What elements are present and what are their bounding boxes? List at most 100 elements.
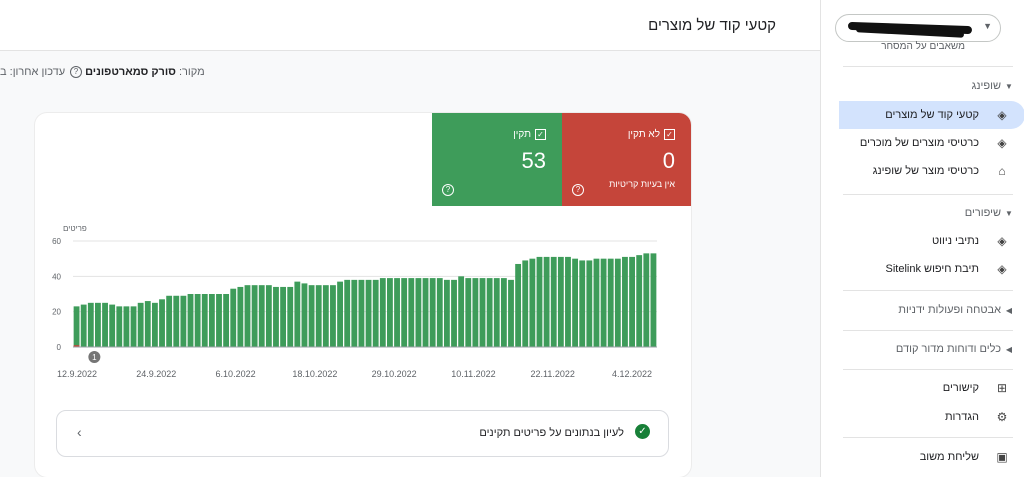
valid-bar[interactable] — [458, 276, 465, 347]
valid-bar[interactable] — [109, 304, 116, 347]
valid-bar[interactable] — [408, 278, 415, 347]
valid-bar[interactable] — [493, 278, 500, 347]
valid-bar[interactable] — [557, 256, 564, 347]
valid-bar[interactable] — [622, 256, 628, 347]
sidebar-item-feedback[interactable]: ▣ שליחת משוב — [835, 443, 1024, 471]
valid-bar[interactable] — [508, 279, 514, 347]
valid-bar[interactable] — [629, 256, 635, 347]
valid-bar[interactable] — [95, 302, 101, 347]
valid-bar[interactable] — [187, 294, 194, 347]
valid-bar[interactable] — [650, 253, 657, 347]
valid-bar[interactable] — [365, 279, 372, 347]
valid-bar[interactable] — [486, 278, 493, 347]
valid-bar[interactable] — [294, 281, 301, 347]
section-legacy[interactable]: ◀ כלים ודוחות מדור קודם — [835, 343, 1024, 355]
valid-bar[interactable] — [565, 256, 571, 347]
valid-bar[interactable] — [315, 285, 322, 347]
valid-bar[interactable] — [351, 279, 358, 347]
valid-bar[interactable] — [394, 278, 400, 347]
valid-bar[interactable] — [636, 255, 643, 347]
valid-bar[interactable] — [593, 258, 600, 347]
valid-bar[interactable] — [465, 278, 472, 347]
valid-bar[interactable] — [322, 285, 329, 347]
valid-bar[interactable] — [216, 294, 222, 347]
valid-bar[interactable] — [173, 295, 180, 347]
sidebar-item-breadcrumbs[interactable]: ◈ נתיבי ניווט — [835, 227, 1024, 255]
sidebar-item-links[interactable]: ⊞ קישורים — [835, 374, 1024, 402]
valid-bar[interactable] — [579, 260, 586, 347]
valid-bar[interactable] — [201, 294, 208, 347]
valid-bar[interactable] — [151, 302, 158, 347]
valid-bar[interactable] — [472, 278, 479, 347]
valid-bar[interactable] — [436, 278, 443, 347]
sidebar-item-merchant-listings[interactable]: ◈ כרטיסי מוצרים של מוכרים — [835, 129, 1024, 157]
sidebar-item-shopping-tab[interactable]: ⌂ כרטיסי מוצר של שופינג — [835, 157, 1024, 185]
valid-bar[interactable] — [130, 306, 137, 347]
valid-bar[interactable] — [230, 288, 237, 347]
valid-bar[interactable] — [265, 285, 272, 347]
valid-bar[interactable] — [479, 278, 486, 347]
valid-bar[interactable] — [600, 258, 607, 347]
valid-bar[interactable] — [301, 283, 308, 347]
help-icon[interactable]: ? — [442, 184, 454, 196]
valid-bar[interactable] — [379, 278, 386, 347]
valid-tile[interactable]: ✓ תקין 53 ? — [432, 113, 562, 206]
section-security[interactable]: ◀ אבטחה ופעולות ידניות — [835, 304, 1024, 316]
valid-bar[interactable] — [387, 278, 393, 347]
valid-bar[interactable] — [337, 281, 343, 347]
valid-bar[interactable] — [223, 294, 230, 347]
valid-bar[interactable] — [194, 294, 201, 347]
valid-bar[interactable] — [522, 260, 529, 347]
valid-bar[interactable] — [643, 253, 650, 347]
valid-bar[interactable] — [280, 286, 287, 347]
valid-bar[interactable] — [614, 258, 621, 347]
valid-bar[interactable] — [550, 256, 557, 347]
section-shopping[interactable]: ▼ שופינג — [835, 80, 1024, 92]
valid-bar[interactable] — [422, 278, 429, 347]
valid-bar[interactable] — [144, 301, 151, 347]
valid-bar[interactable] — [273, 286, 279, 347]
valid-bar[interactable] — [586, 260, 593, 347]
valid-bar[interactable] — [344, 279, 351, 347]
valid-bar[interactable] — [401, 278, 408, 347]
property-selector[interactable]: ▼ — [835, 14, 1001, 42]
valid-bar[interactable] — [180, 295, 187, 347]
sidebar-item-cut[interactable]: משאבים על המסחר — [881, 41, 965, 49]
sidebar-item-settings[interactable]: ⚙ הגדרות — [835, 403, 1024, 431]
valid-items-link[interactable]: ✓ לעיון בנתונים על פריטים תקינים ‹ — [56, 410, 669, 457]
section-enhancements[interactable]: ▼ שיפורים — [835, 207, 1024, 219]
valid-bar[interactable] — [73, 306, 80, 347]
valid-bar[interactable] — [116, 306, 123, 347]
valid-bar[interactable] — [137, 302, 144, 347]
help-icon[interactable]: ? — [572, 184, 584, 196]
valid-bar[interactable] — [159, 299, 165, 347]
checkbox-icon[interactable]: ✓ — [664, 129, 675, 140]
valid-bar[interactable] — [258, 285, 265, 347]
checkbox-icon[interactable]: ✓ — [535, 129, 546, 140]
valid-bar[interactable] — [500, 278, 507, 347]
valid-bar[interactable] — [166, 295, 173, 347]
valid-bar[interactable] — [208, 294, 215, 347]
help-icon[interactable]: ? — [70, 66, 82, 79]
valid-bar[interactable] — [87, 302, 94, 347]
valid-bar[interactable] — [330, 285, 336, 347]
valid-bar[interactable] — [308, 285, 315, 347]
valid-bar[interactable] — [358, 279, 365, 347]
invalid-tile[interactable]: ✓ לא תקין 0 אין בעיות קריטיות ? — [562, 113, 691, 206]
sidebar-item-product-snippets[interactable]: ◈ קטעי קוד של מוצרים — [839, 101, 1024, 129]
valid-bar[interactable] — [443, 279, 450, 347]
valid-bar[interactable] — [607, 258, 614, 347]
valid-bar[interactable] — [251, 285, 258, 347]
valid-bar[interactable] — [123, 306, 130, 347]
valid-bar[interactable] — [415, 278, 422, 347]
sidebar-item-sitelinks-searchbox[interactable]: ◈ תיבת חיפוש Sitelink — [835, 255, 1024, 283]
valid-bar[interactable] — [572, 258, 579, 347]
valid-bar[interactable] — [515, 263, 522, 347]
valid-bar[interactable] — [237, 286, 244, 347]
valid-bar[interactable] — [451, 279, 457, 347]
valid-bar[interactable] — [372, 279, 379, 347]
valid-bar[interactable] — [102, 302, 108, 347]
valid-bar[interactable] — [536, 256, 543, 347]
valid-bar[interactable] — [529, 258, 536, 347]
valid-bar[interactable] — [543, 256, 550, 347]
